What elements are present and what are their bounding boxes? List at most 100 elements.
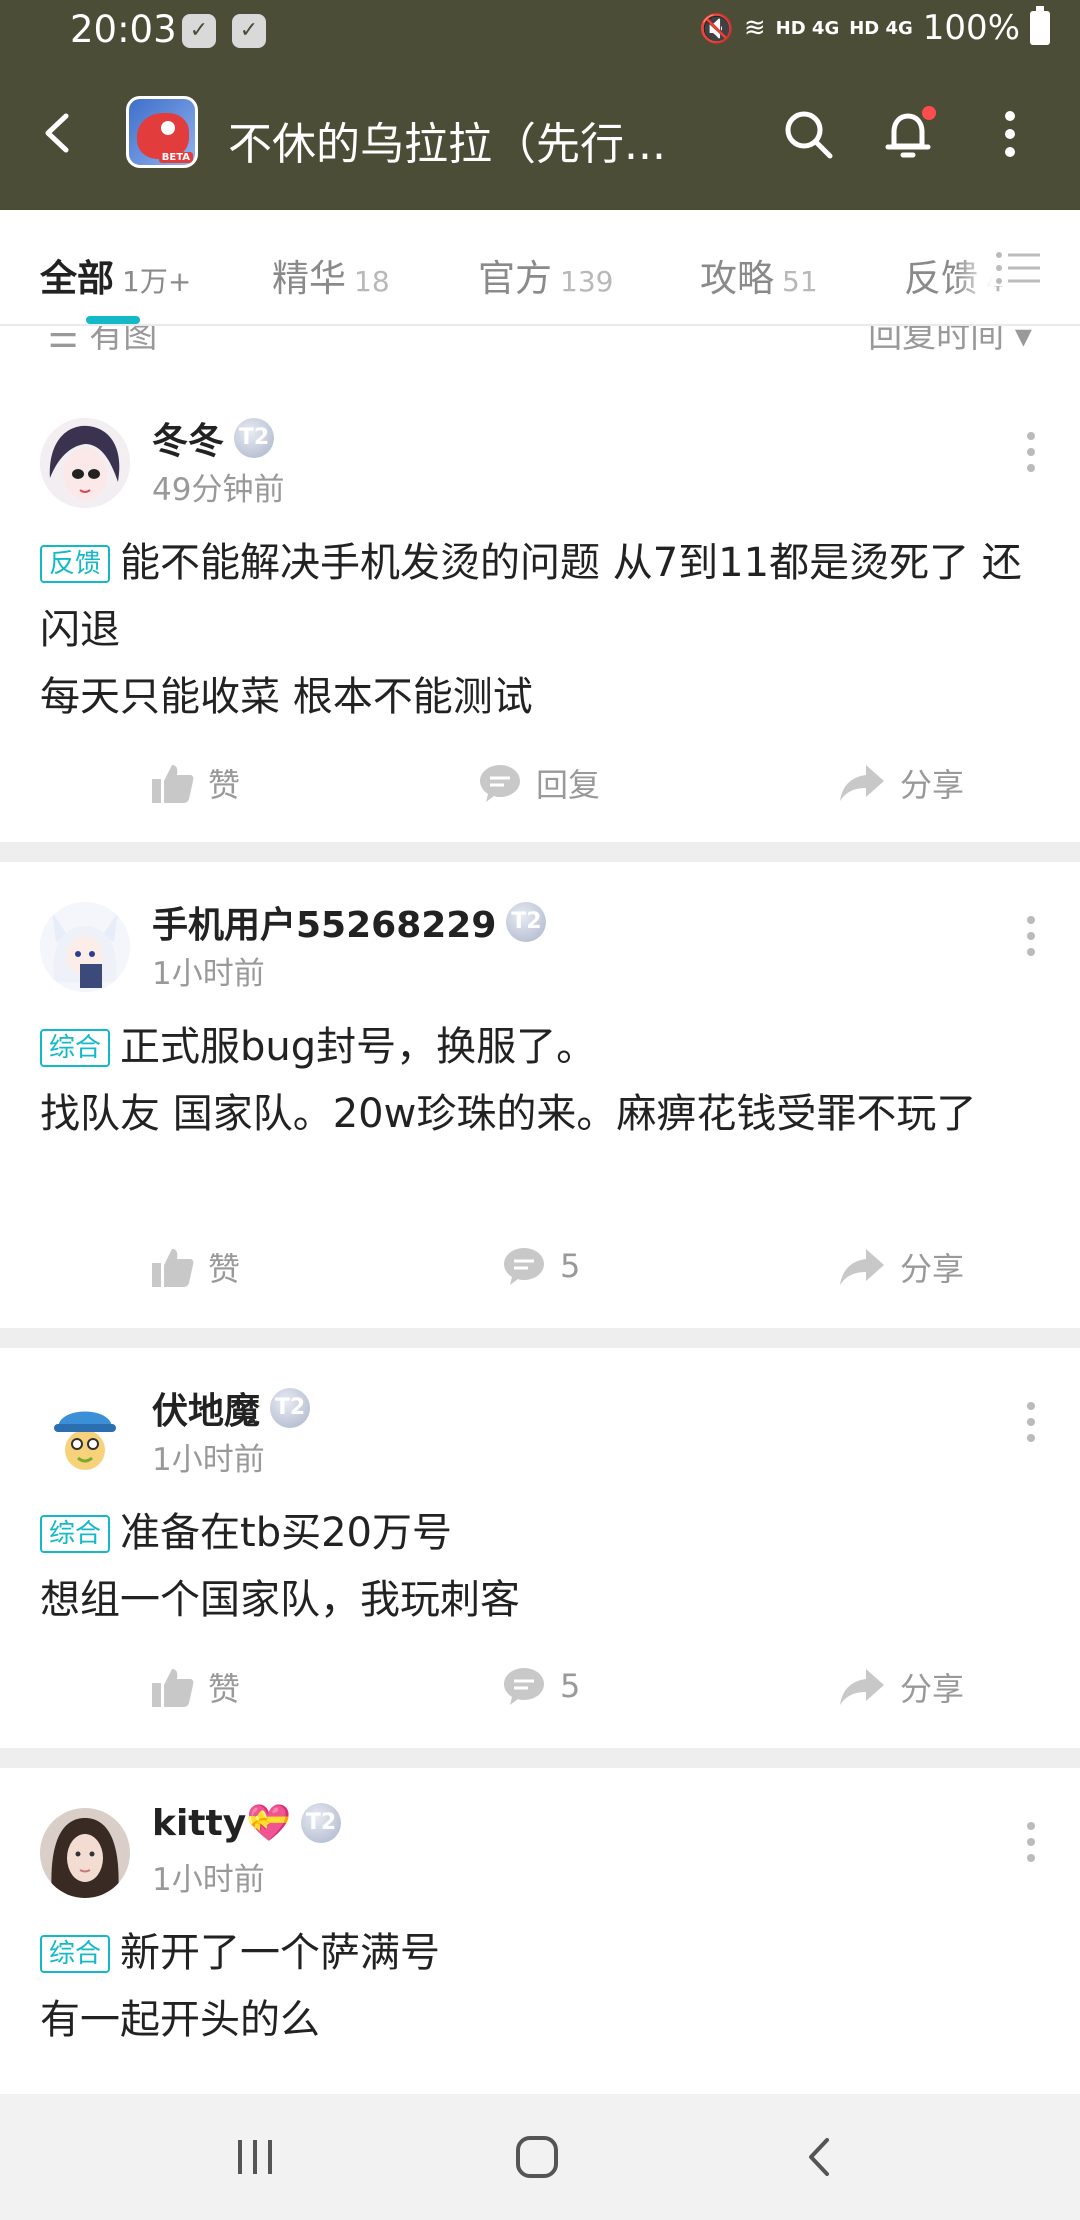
comment-icon bbox=[504, 1248, 544, 1285]
battery-icon bbox=[1030, 6, 1050, 45]
username[interactable]: 伏地魔 T2 bbox=[152, 1382, 311, 1434]
avatar-image bbox=[40, 1388, 130, 1478]
avatar[interactable] bbox=[40, 1808, 130, 1898]
post-content[interactable]: 综合 准备在tb买20万号 想组一个国家队，我玩刺客 bbox=[40, 1500, 1040, 1634]
post-card[interactable]: 伏地魔 T2 1小时前 综合 准备在tb买20万号 想组一个国家队，我玩刺客 赞 … bbox=[0, 1388, 1080, 1748]
tab-label: 全部 bbox=[40, 257, 114, 300]
username-text: 手机用户55268229 bbox=[152, 905, 497, 946]
post-card[interactable]: 冬冬 T2 49分钟前 反馈 能不能解决手机发烫的问题 从7到11都是烫死了 还闪… bbox=[0, 418, 1080, 842]
tab-fade bbox=[954, 230, 994, 310]
game-mascot-eye bbox=[161, 121, 175, 135]
reply-count: 回复 bbox=[536, 766, 601, 804]
like-button[interactable]: 赞 bbox=[150, 1244, 240, 1290]
post-line: 正式服bug封号，换服了。 bbox=[120, 1024, 597, 1070]
network-indicator: HD 4G bbox=[775, 17, 840, 39]
post-card[interactable]: kitty💝 T2 1小时前 综合 新开了一个萨满号 有一起开头的么 bbox=[0, 1803, 1080, 2094]
like-label: 赞 bbox=[208, 766, 241, 804]
post-divider bbox=[0, 842, 1080, 862]
share-button[interactable]: 分享 bbox=[838, 1664, 964, 1710]
more-vertical-icon bbox=[1005, 111, 1015, 157]
search-button[interactable] bbox=[780, 106, 836, 162]
post-divider bbox=[0, 1748, 1080, 1768]
system-nav-bar bbox=[0, 2094, 1080, 2220]
comment-icon bbox=[504, 1668, 544, 1705]
avatar[interactable] bbox=[40, 902, 130, 992]
filter-left-label: 有图 bbox=[89, 326, 158, 356]
tab-guides[interactable]: 攻略 51 bbox=[700, 248, 818, 302]
tab-label: 攻略 bbox=[700, 257, 774, 300]
status-time: 20:03 bbox=[70, 8, 177, 51]
system-status: 🔇 ≋ HD 4G HD 4G 100% bbox=[698, 6, 1050, 48]
more-menu-button[interactable] bbox=[982, 106, 1038, 162]
share-label: 分享 bbox=[900, 1250, 965, 1288]
page-title[interactable]: 不休的乌拉拉（先行... bbox=[228, 108, 666, 172]
category-tag: 综合 bbox=[40, 1515, 111, 1553]
unread-dot bbox=[922, 106, 936, 120]
avatar-image bbox=[40, 1808, 130, 1898]
thumbs-up-icon bbox=[152, 1669, 194, 1707]
post-content[interactable]: 综合 正式服bug封号，换服了。 找队友 国家队。20w珍珠的来。麻痹花钱受罪不玩… bbox=[40, 1014, 1040, 1148]
level-badge: T2 bbox=[234, 418, 275, 458]
post-actions: 赞 回复 分享 bbox=[0, 760, 1080, 820]
post-line: 每天只能收菜 根本不能测试 bbox=[40, 674, 533, 720]
back-arrow-icon bbox=[45, 113, 69, 153]
post-more-button[interactable] bbox=[1026, 1402, 1036, 1446]
back-button[interactable] bbox=[34, 108, 84, 158]
tab-label: 精华 bbox=[272, 257, 346, 300]
post-card[interactable]: 手机用户55268229 T2 1小时前 综合 正式服bug封号，换服了。 找队友… bbox=[0, 902, 1080, 1326]
post-line: 能不能解决手机发烫的问题 从7到11都是烫死了 还闪退 bbox=[40, 540, 1022, 653]
post-time: 1小时前 bbox=[152, 956, 265, 992]
like-label: 赞 bbox=[208, 1670, 241, 1708]
share-button[interactable]: 分享 bbox=[838, 1244, 964, 1290]
back-icon bbox=[809, 2138, 829, 2176]
game-icon[interactable]: BETA bbox=[126, 96, 198, 168]
reply-button[interactable]: 5 bbox=[502, 1244, 580, 1288]
category-tag: 综合 bbox=[40, 1935, 111, 1973]
level-badge: T2 bbox=[270, 1388, 311, 1428]
post-content[interactable]: 综合 新开了一个萨满号 有一起开头的么 bbox=[40, 1920, 1040, 2054]
tab-all[interactable]: 全部 1万+ bbox=[40, 248, 191, 302]
username[interactable]: 手机用户55268229 T2 bbox=[152, 896, 547, 948]
notification-button[interactable] bbox=[880, 106, 936, 162]
tab-count: 18 bbox=[354, 265, 390, 298]
username[interactable]: 冬冬 T2 bbox=[152, 412, 275, 464]
thumbs-up-icon bbox=[152, 1249, 194, 1287]
avatar[interactable] bbox=[40, 418, 130, 508]
recent-apps-button[interactable] bbox=[230, 2132, 280, 2182]
tab-featured[interactable]: 精华 18 bbox=[272, 248, 390, 302]
post-more-button[interactable] bbox=[1026, 916, 1036, 960]
network-indicator: HD 4G bbox=[849, 17, 913, 39]
filter-right-label: 回复时间 bbox=[868, 326, 1005, 356]
like-button[interactable]: 赞 bbox=[150, 1664, 240, 1710]
post-divider bbox=[0, 1328, 1080, 1348]
avatar[interactable] bbox=[40, 1388, 130, 1478]
comment-icon bbox=[480, 765, 520, 802]
filter-has-image[interactable]: ☰ 有图 bbox=[48, 326, 157, 357]
filter-row: ☰ 有图 回复时间 ▾ bbox=[0, 326, 1080, 366]
home-button[interactable] bbox=[512, 2132, 562, 2182]
system-back-button[interactable] bbox=[795, 2132, 845, 2182]
tab-count: 51 bbox=[782, 265, 818, 298]
notification-icon: ✓ bbox=[182, 14, 216, 48]
search-icon bbox=[785, 111, 833, 159]
share-button[interactable]: 分享 bbox=[838, 760, 964, 806]
like-button[interactable]: 赞 bbox=[150, 760, 240, 806]
post-more-button[interactable] bbox=[1026, 432, 1036, 476]
post-actions: 赞 5 分享 bbox=[0, 1664, 1080, 1724]
reply-button[interactable]: 5 bbox=[502, 1664, 580, 1708]
battery-percent: 100% bbox=[922, 8, 1020, 48]
post-more-button[interactable] bbox=[1026, 1822, 1036, 1866]
sort-by-reply-time[interactable]: 回复时间 ▾ bbox=[868, 326, 1032, 357]
tab-count: 139 bbox=[560, 265, 614, 298]
tab-official[interactable]: 官方 139 bbox=[478, 248, 613, 302]
username[interactable]: kitty💝 T2 bbox=[152, 1802, 341, 1844]
tab-list-button[interactable] bbox=[994, 250, 1042, 286]
level-badge: T2 bbox=[506, 902, 547, 942]
post-time: 1小时前 bbox=[152, 1862, 265, 1898]
active-tab-indicator bbox=[86, 316, 140, 324]
status-bar: 20:03 ✓ ✓ 🔇 ≋ HD 4G HD 4G 100% bbox=[0, 0, 1080, 64]
reply-button[interactable]: 回复 bbox=[478, 760, 600, 806]
post-content[interactable]: 反馈 能不能解决手机发烫的问题 从7到11都是烫死了 还闪退 每天只能收菜 根本不… bbox=[40, 530, 1040, 731]
mute-icon: 🔇 bbox=[698, 11, 734, 45]
share-icon bbox=[840, 1249, 884, 1285]
